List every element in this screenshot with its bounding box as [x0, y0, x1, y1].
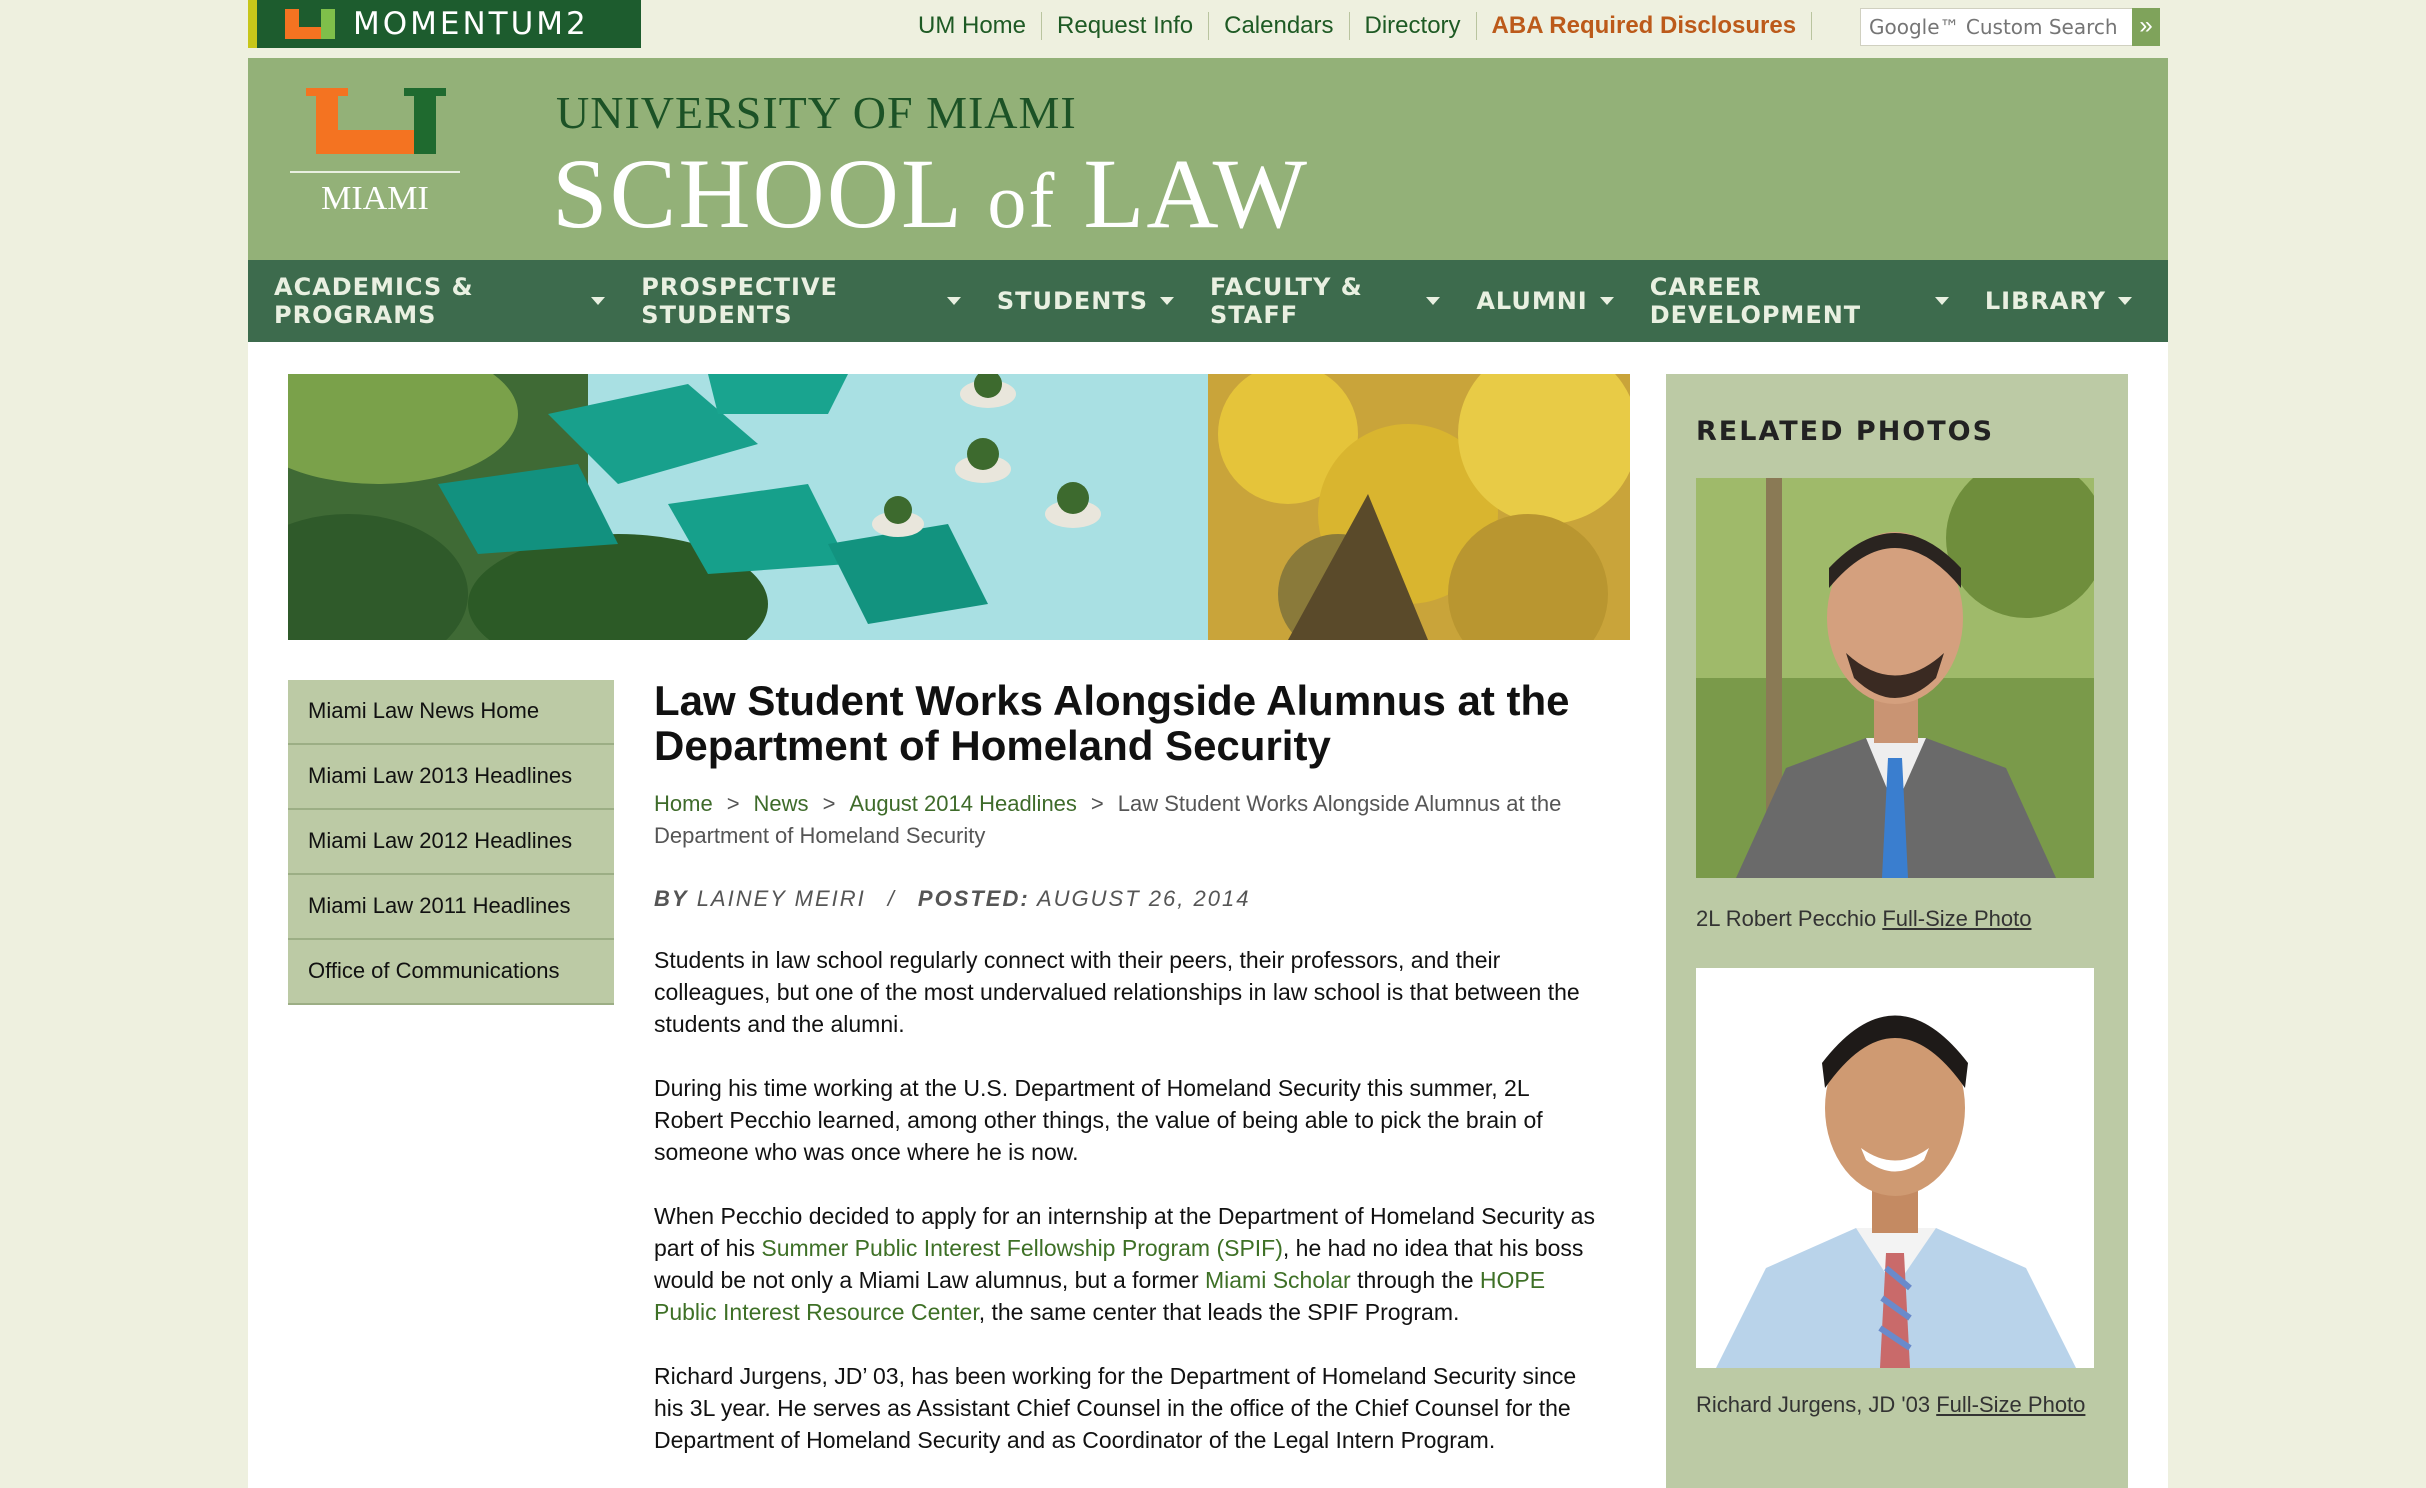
article-paragraph: Richard Jurgens, JD’ 03, has been workin…	[654, 1363, 1577, 1453]
calendars-link[interactable]: Calendars	[1209, 12, 1350, 40]
breadcrumb-home-link[interactable]: Home	[654, 791, 713, 816]
sidebar-item-2011-headlines[interactable]: Miami Law 2011 Headlines	[288, 875, 614, 940]
logo-miami-text: MIAMI	[321, 180, 429, 217]
sidebar-item-office-of-communications[interactable]: Office of Communications	[288, 940, 614, 1005]
byline-date: AUGUST 26, 2014	[1037, 886, 1251, 911]
article-paragraph: During his time working at the U.S. Depa…	[654, 1075, 1543, 1165]
sidebar-item-2013-headlines[interactable]: Miami Law 2013 Headlines	[288, 745, 614, 810]
caret-down-icon	[591, 297, 606, 305]
aba-disclosures-link[interactable]: ABA Required Disclosures	[1477, 12, 1813, 40]
byline: BY LAINEY MEIRI / POSTED: AUGUST 26, 2014	[654, 886, 1604, 912]
full-size-photo-link[interactable]: Full-Size Photo	[1936, 1392, 2085, 1417]
paragraph-text: through the	[1350, 1267, 1480, 1293]
momentum2-label: MOMENTUM2	[353, 6, 589, 42]
related-photos-panel: RELATED PHOTOS 2L Robert Pecchio Full-Si…	[1666, 374, 2128, 1488]
nav-label: ALUMNI	[1476, 287, 1588, 315]
university-name: UNIVERSITY OF MIAMI	[556, 87, 1077, 138]
article: Law Student Works Alongside Alumnus at t…	[654, 678, 1604, 1456]
nav-label: STUDENTS	[996, 287, 1149, 315]
caret-down-icon	[946, 297, 961, 305]
photo-caption: 2L Robert Pecchio Full-Size Photo	[1696, 906, 2032, 932]
photo-robert-pecchio[interactable]	[1696, 478, 2094, 878]
um-u-logo-icon	[285, 9, 335, 39]
page: MOMENTUM2 UM Home Request Info Calendars…	[248, 0, 2168, 1488]
photo-caption: Richard Jurgens, JD '03 Full-Size Photo	[1696, 1392, 2085, 1418]
nav-academics-programs[interactable]: ACADEMICS & PROGRAMS	[274, 273, 606, 329]
breadcrumb-separator: >	[822, 791, 836, 816]
search-submit-button[interactable]: »	[2132, 8, 2160, 46]
school-name-of: of	[987, 157, 1057, 244]
nav-students[interactable]: STUDENTS	[996, 287, 1175, 315]
breadcrumb-section-link[interactable]: August 2014 Headlines	[849, 791, 1077, 816]
site-search: »	[1860, 8, 2160, 46]
school-name[interactable]: SCHOOL of LAW	[552, 136, 1309, 251]
nav-alumni[interactable]: ALUMNI	[1476, 287, 1614, 315]
utility-links: UM Home Request Info Calendars Directory…	[903, 12, 1813, 40]
spif-program-link[interactable]: Summer Public Interest Fellowship Progra…	[761, 1235, 1283, 1261]
main-nav: ACADEMICS & PROGRAMS PROSPECTIVE STUDENT…	[248, 260, 2168, 342]
um-home-link[interactable]: UM Home	[903, 12, 1043, 40]
related-photos-heading: RELATED PHOTOS	[1696, 416, 1995, 447]
utility-bar: MOMENTUM2 UM Home Request Info Calendars…	[248, 0, 2168, 58]
article-title: Law Student Works Alongside Alumnus at t…	[654, 677, 1570, 769]
paragraph-text: , the same center that leads the SPIF Pr…	[978, 1299, 1460, 1325]
nav-library[interactable]: LIBRARY	[1985, 287, 2132, 315]
breadcrumb-news-link[interactable]: News	[754, 791, 809, 816]
nav-career-development[interactable]: CAREER DEVELOPMENT	[1650, 273, 1949, 329]
school-name-part2: LAW	[1083, 138, 1310, 249]
byline-by-label: BY	[654, 886, 689, 911]
caret-down-icon	[1599, 297, 1614, 305]
article-paragraph: When Pecchio decided to apply for an int…	[654, 1200, 1604, 1328]
byline-posted-label: POSTED:	[917, 886, 1030, 911]
photo-caption-text: 2L Robert Pecchio	[1696, 906, 1877, 931]
momentum2-banner-link[interactable]: MOMENTUM2	[248, 0, 641, 48]
nav-label: FACULTY & STAFF	[1210, 273, 1363, 329]
news-sidebar-nav: Miami Law News Home Miami Law 2013 Headl…	[288, 680, 614, 1005]
article-paragraph: Students in law school regularly connect…	[654, 947, 1580, 1037]
nav-label: CAREER DEVELOPMENT	[1649, 273, 1862, 329]
byline-author: LAINEY MEIRI	[696, 886, 866, 911]
request-info-link[interactable]: Request Info	[1042, 12, 1210, 40]
caret-down-icon	[1934, 297, 1949, 305]
caret-down-icon	[1426, 297, 1441, 305]
caret-down-icon	[2118, 297, 2132, 305]
site-header: MIAMI UNIVERSITY OF MIAMI SCHOOL of LAW	[248, 58, 2168, 260]
sidebar-item-2012-headlines[interactable]: Miami Law 2012 Headlines	[288, 810, 614, 875]
nav-label: LIBRARY	[1984, 287, 2106, 315]
search-input[interactable]	[1861, 9, 2133, 45]
content-area: Miami Law News Home Miami Law 2013 Headl…	[248, 342, 2168, 1488]
um-logo[interactable]: MIAMI	[290, 88, 460, 228]
full-size-photo-link[interactable]: Full-Size Photo	[1882, 906, 2031, 931]
miami-scholar-link[interactable]: Miami Scholar	[1205, 1267, 1351, 1293]
breadcrumb: Home > News > August 2014 Headlines > Law Stud…	[654, 788, 1604, 852]
nav-label: PROSPECTIVE STUDENTS	[641, 273, 838, 329]
school-name-part1: SCHOOL	[552, 138, 961, 249]
article-body: Students in law school regularly connect…	[654, 944, 1604, 1456]
breadcrumb-separator: >	[726, 791, 740, 816]
directory-link[interactable]: Directory	[1350, 12, 1477, 40]
nav-label: ACADEMICS & PROGRAMS	[274, 273, 474, 329]
campus-banner-image	[288, 374, 1630, 640]
nav-prospective-students[interactable]: PROSPECTIVE STUDENTS	[641, 273, 961, 329]
photo-richard-jurgens[interactable]	[1696, 968, 2094, 1368]
byline-divider: /	[887, 886, 896, 911]
sidebar-item-news-home[interactable]: Miami Law News Home	[288, 680, 614, 745]
photo-caption-text: Richard Jurgens, JD '03	[1696, 1392, 1931, 1417]
nav-faculty-staff[interactable]: FACULTY & STAFF	[1210, 273, 1441, 329]
breadcrumb-separator: >	[1090, 791, 1104, 816]
caret-down-icon	[1160, 297, 1175, 305]
